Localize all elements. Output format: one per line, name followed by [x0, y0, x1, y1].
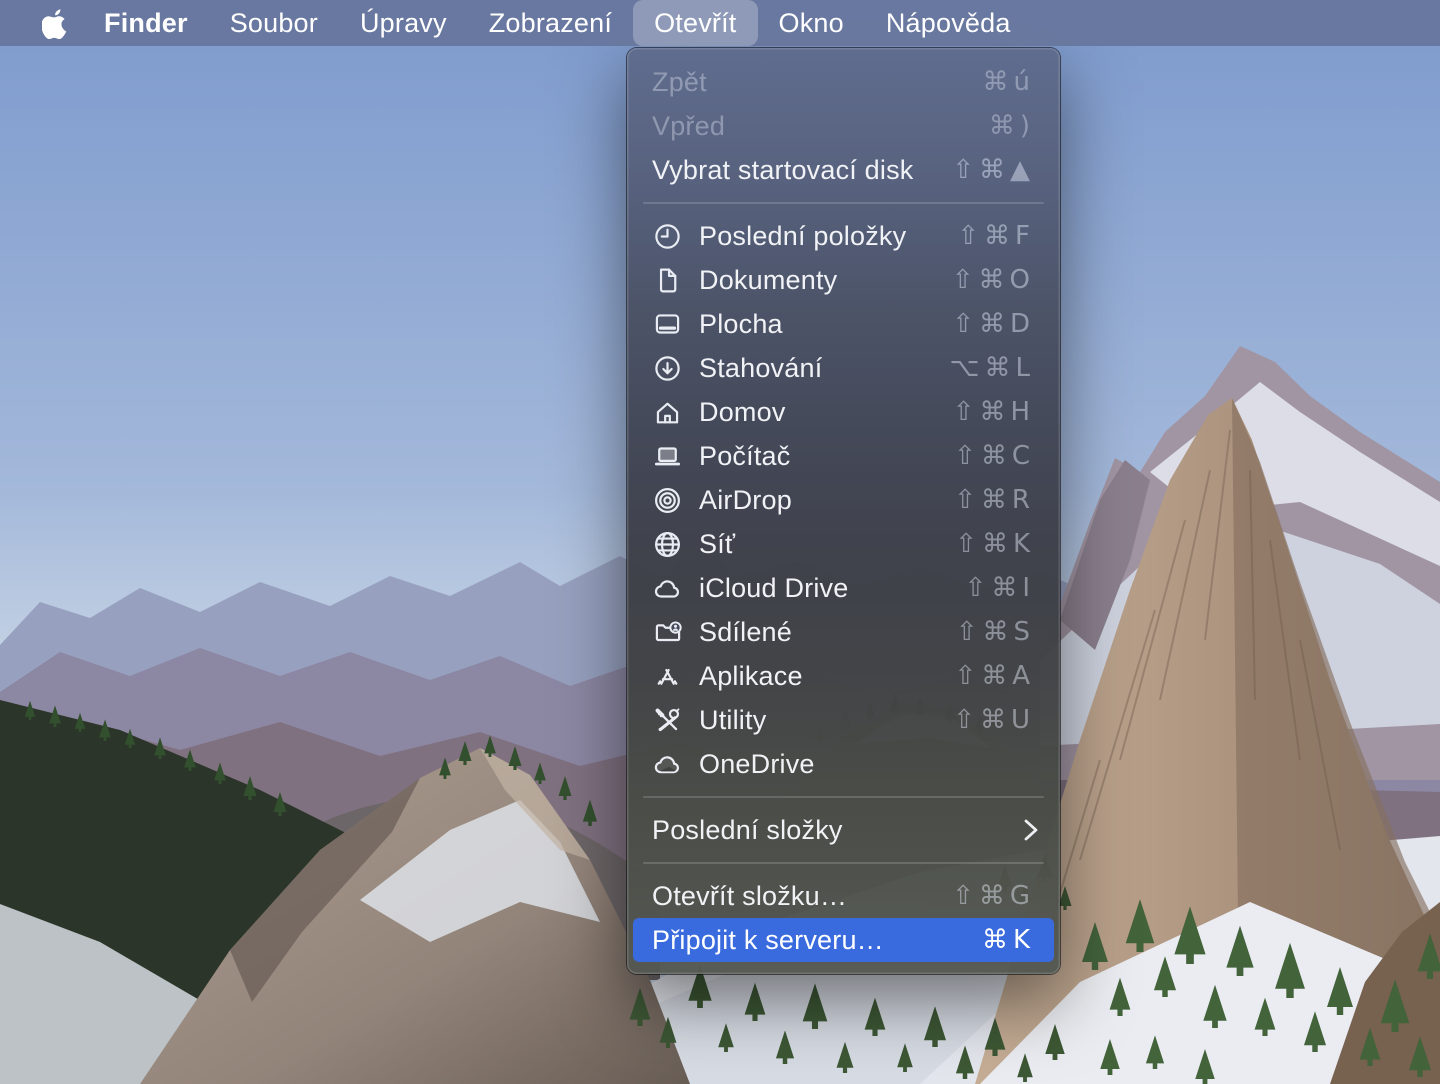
menubar-item-upravy[interactable]: Úpravy [339, 0, 468, 46]
shortcut: ⌘ú [983, 67, 1035, 97]
menu-item-pocitac[interactable]: Počítač ⇧⌘C [627, 434, 1060, 478]
menu-item-zpet: Zpět ⌘ú [627, 60, 1060, 104]
menu-separator [643, 862, 1044, 864]
shortcut: ⇧⌘K [955, 529, 1035, 559]
airdrop-icon [650, 483, 684, 517]
shortcut: ⇧⌘S [956, 617, 1035, 647]
shortcut: ⇧⌘F [957, 221, 1035, 251]
menu-item-airdrop[interactable]: AirDrop ⇧⌘R [627, 478, 1060, 522]
shortcut: ⇧⌘D [952, 309, 1035, 339]
shortcut: ⇧⌘U [953, 705, 1035, 735]
computer-icon [650, 439, 684, 473]
menu-item-stahovani[interactable]: Stahování ⌥⌘L [627, 346, 1060, 390]
menu-item-icloud-drive[interactable]: iCloud Drive ⇧⌘I [627, 566, 1060, 610]
network-globe-icon [650, 527, 684, 561]
download-icon [650, 351, 684, 385]
shortcut: ⇧⌘G [952, 881, 1035, 911]
shortcut: ⇧⌘▲ [952, 155, 1035, 185]
menu-item-posledni-slozky[interactable]: Poslední složky [627, 808, 1060, 852]
menubar-item-zobrazeni[interactable]: Zobrazení [468, 0, 633, 46]
menu-separator [643, 796, 1044, 798]
desktop-icon [650, 307, 684, 341]
apple-icon[interactable] [42, 8, 69, 39]
shortcut: ⇧⌘I [965, 573, 1035, 603]
menu-item-otevrit-slozku[interactable]: Otevřít složku… ⇧⌘G [627, 874, 1060, 918]
menu-item-dokumenty[interactable]: Dokumenty ⇧⌘O [627, 258, 1060, 302]
shortcut: ⇧⌘R [954, 485, 1035, 515]
menu-item-sit[interactable]: Síť ⇧⌘K [627, 522, 1060, 566]
menu-separator [643, 202, 1044, 204]
menu-item-pripojit-k-serveru[interactable]: Připojit k serveru… ⌘K [633, 918, 1054, 962]
menu-item-plocha[interactable]: Plocha ⇧⌘D [627, 302, 1060, 346]
menubar-item-soubor[interactable]: Soubor [209, 0, 339, 46]
clock-icon [650, 219, 684, 253]
menu-item-vpred: Vpřed ⌘) [627, 104, 1060, 148]
menu-item-aplikace[interactable]: Aplikace ⇧⌘A [627, 654, 1060, 698]
menubar-item-napoveda[interactable]: Nápověda [865, 0, 1032, 46]
onedrive-icon [650, 747, 684, 781]
menu-item-vybrat-startovaci-disk[interactable]: Vybrat startovací disk ⇧⌘▲ [627, 148, 1060, 192]
shortcut: ⌘K [982, 925, 1035, 955]
menu-item-domov[interactable]: Domov ⇧⌘H [627, 390, 1060, 434]
menu-item-sdilene[interactable]: Sdílené ⇧⌘S [627, 610, 1060, 654]
appstore-icon [650, 659, 684, 693]
shortcut: ⇧⌘A [954, 661, 1035, 691]
shortcut: ⌥⌘L [950, 353, 1035, 383]
menu-item-posledni-polozky[interactable]: Poslední položky ⇧⌘F [627, 214, 1060, 258]
menubar-item-finder[interactable]: Finder [83, 0, 209, 46]
document-icon [650, 263, 684, 297]
menu-item-onedrive[interactable]: OneDrive [627, 742, 1060, 786]
shortcut: ⇧⌘C [954, 441, 1035, 471]
desktop: Finder Soubor Úpravy Zobrazení Otevřít O… [0, 0, 1440, 1084]
go-menu-dropdown: Zpět ⌘ú Vpřed ⌘) Vybrat startovací disk … [627, 48, 1060, 974]
shortcut: ⇧⌘H [953, 397, 1035, 427]
submenu-chevron-icon [1023, 817, 1039, 843]
menu-bar: Finder Soubor Úpravy Zobrazení Otevřít O… [0, 0, 1440, 46]
home-icon [650, 395, 684, 429]
menubar-item-okno[interactable]: Okno [758, 0, 865, 46]
menubar-item-otevrit[interactable]: Otevřít [633, 0, 757, 46]
shared-folder-icon [650, 615, 684, 649]
utilities-icon [650, 703, 684, 737]
shortcut: ⌘) [989, 111, 1035, 141]
shortcut: ⇧⌘O [952, 265, 1035, 295]
menu-item-utility[interactable]: Utility ⇧⌘U [627, 698, 1060, 742]
icloud-icon [650, 571, 684, 605]
